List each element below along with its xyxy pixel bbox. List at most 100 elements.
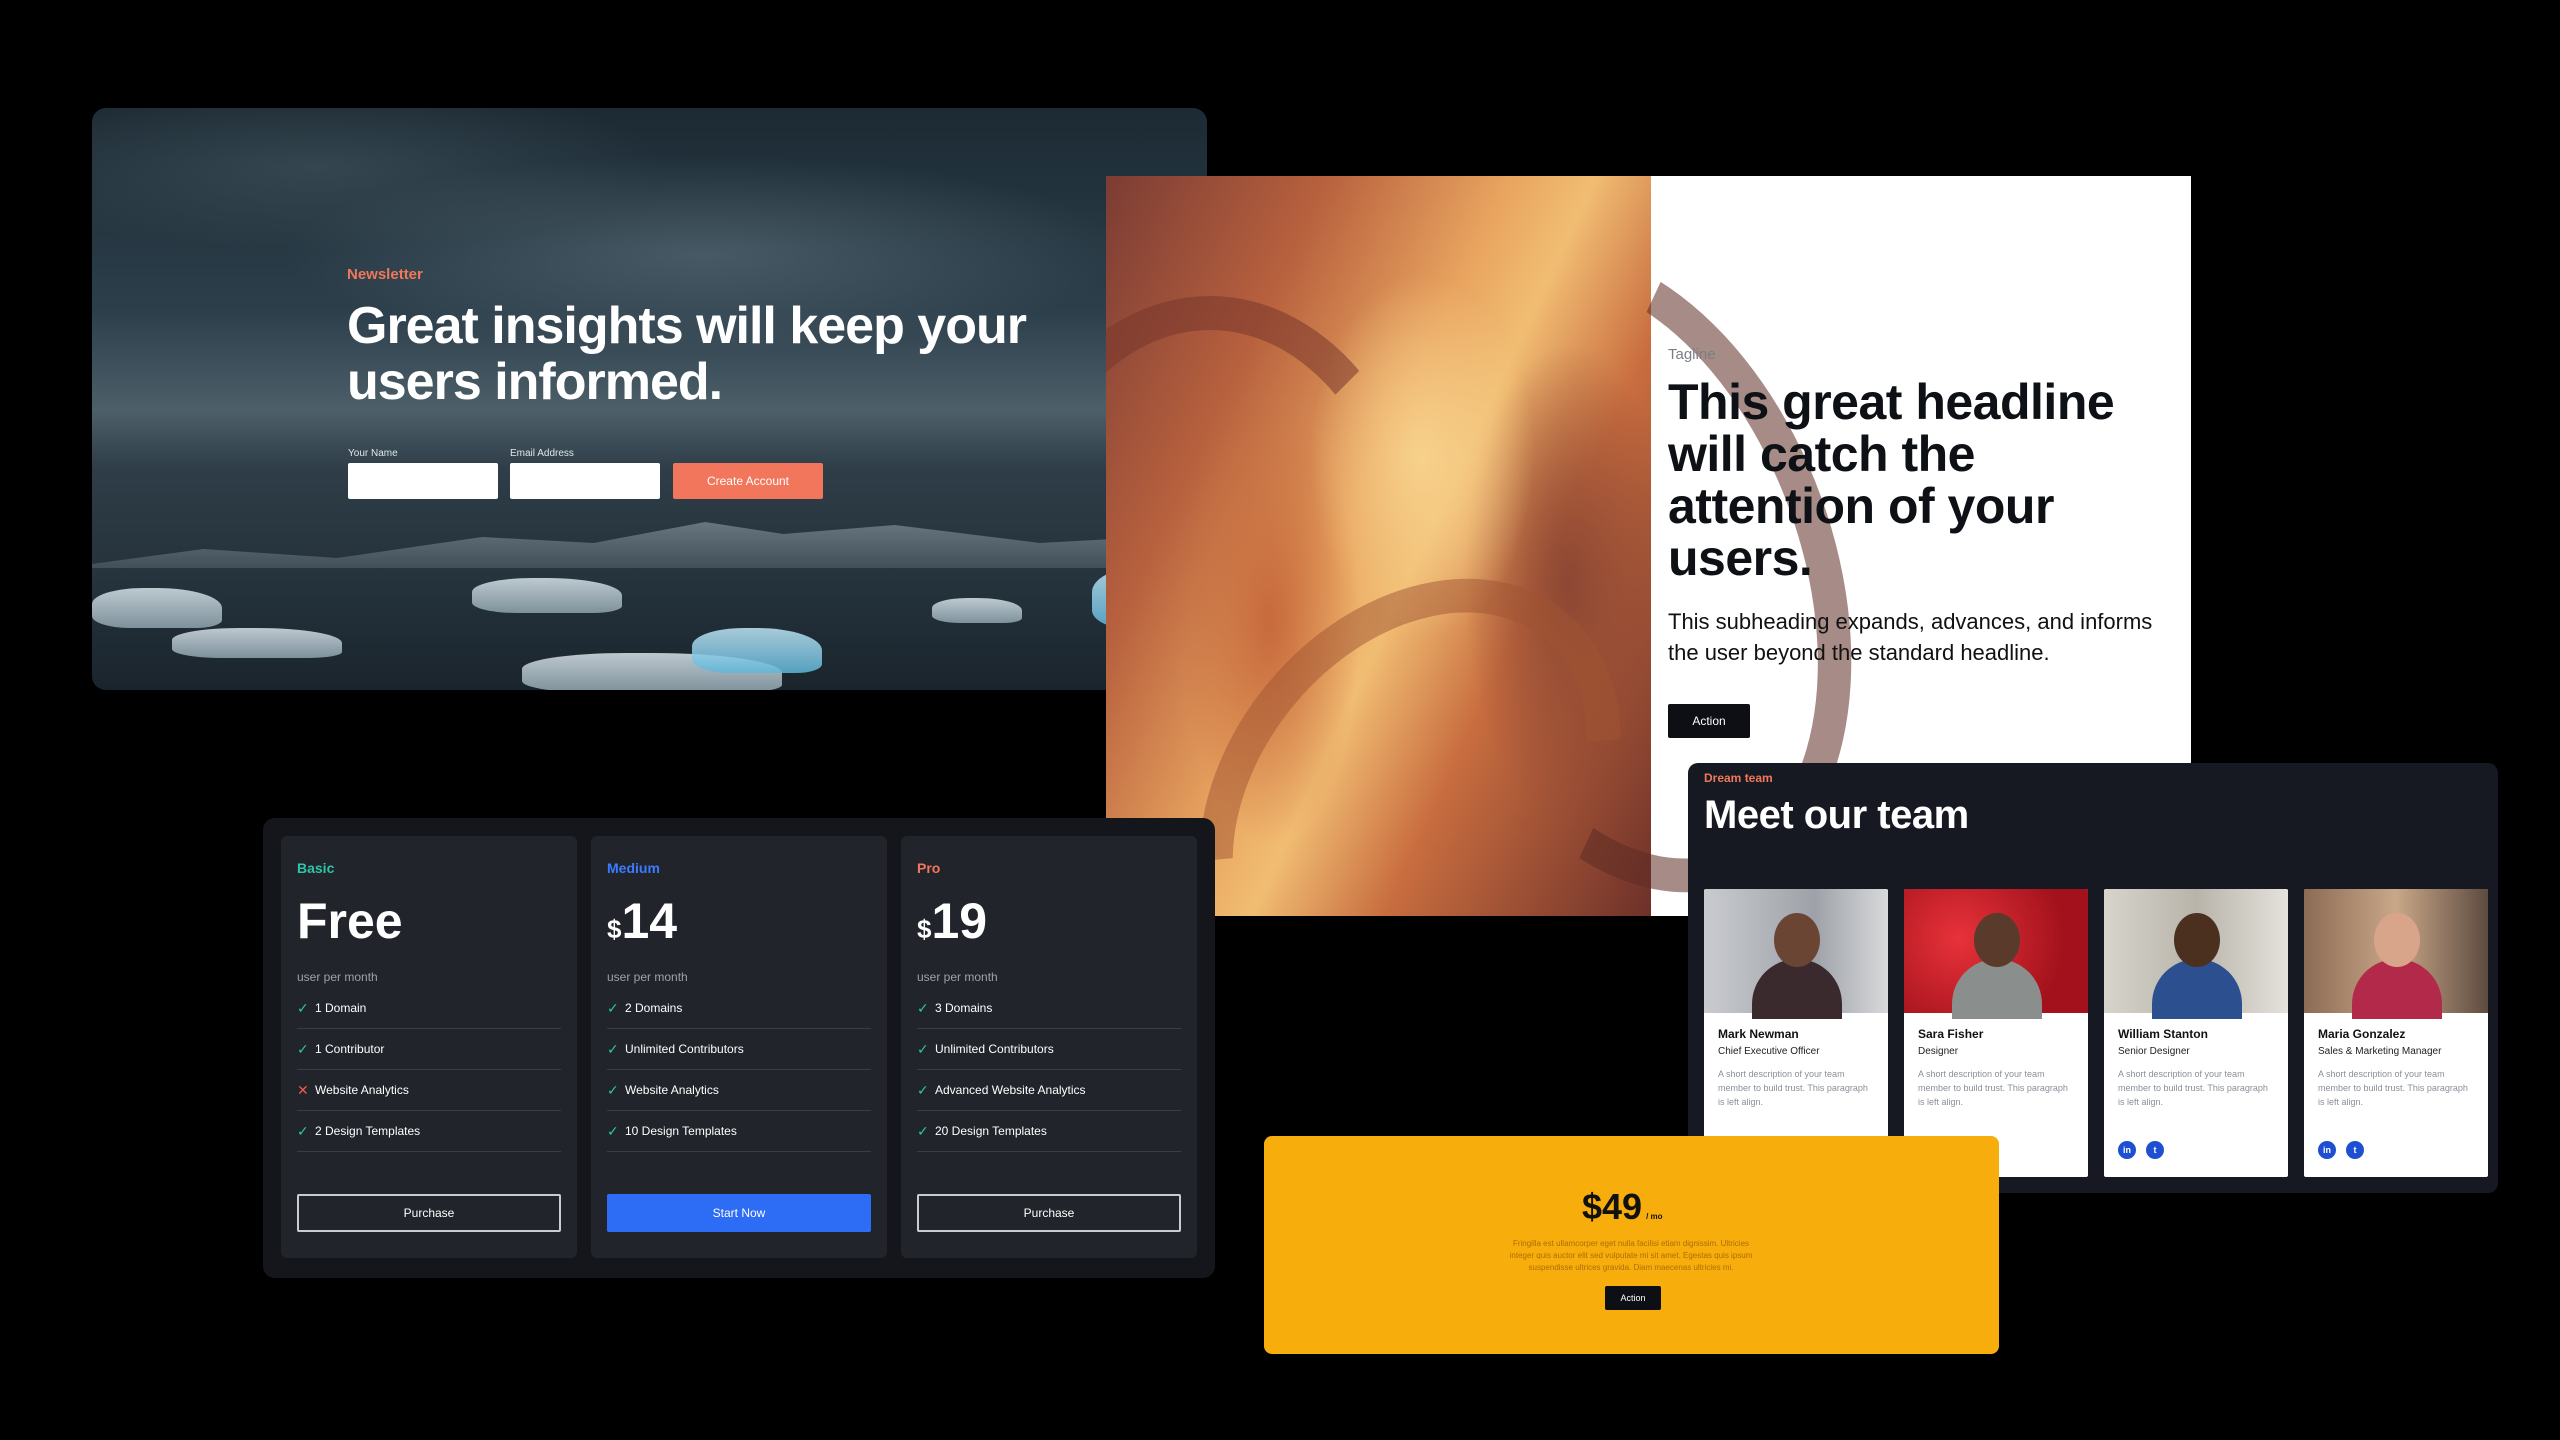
- member-name: William Stanton: [2118, 1027, 2208, 1041]
- team-eyebrow: Dream team: [1704, 771, 1773, 785]
- feature-item: ✕ Website Analytics: [297, 1070, 561, 1111]
- member-photo-head: [1974, 913, 2020, 967]
- feature-text: 20 Design Templates: [935, 1124, 1047, 1138]
- feature-text: Unlimited Contributors: [625, 1042, 744, 1056]
- feature-text: Website Analytics: [625, 1083, 719, 1097]
- feature-list: ✓ 2 Domains ✓ Unlimited Contributors ✓ Webs…: [607, 988, 871, 1152]
- member-description: A short description of your team member …: [1918, 1069, 2068, 1107]
- feature-text: 10 Design Templates: [625, 1124, 737, 1138]
- check-icon: ✓: [917, 1040, 929, 1057]
- price-action-button[interactable]: Action: [1605, 1286, 1661, 1310]
- feature-item: ✓ 2 Domains: [607, 988, 871, 1029]
- purchase-button[interactable]: Purchase: [917, 1194, 1181, 1232]
- cross-icon: ✕: [297, 1081, 309, 1098]
- check-icon: ✓: [917, 1122, 929, 1139]
- feature-text: 1 Domain: [315, 1001, 367, 1015]
- plan-price: Free: [297, 892, 403, 950]
- price-tag-card: $49/ mo Fringilla est ullamcorper eget n…: [1264, 1136, 1999, 1354]
- canyon-image: [1106, 176, 1936, 916]
- feature-item: ✓ 1 Contributor: [297, 1029, 561, 1070]
- hero-action-button[interactable]: Action: [1668, 704, 1750, 738]
- name-input[interactable]: [348, 463, 498, 499]
- plan-amount: Free: [297, 893, 403, 949]
- price-display: $49/ mo: [1582, 1186, 1663, 1228]
- newsletter-headline: Great insights will keep your users info…: [347, 297, 1027, 411]
- hero-headline: This great headline will catch the atten…: [1668, 374, 2115, 586]
- check-icon: ✓: [607, 1040, 619, 1057]
- feature-text: Website Analytics: [315, 1083, 409, 1097]
- member-photo-body: [2152, 959, 2242, 1019]
- iceberg: [92, 588, 222, 628]
- pricing-card: Basic Free user per month ✓ 1 Domain ✓ 1 C…: [263, 818, 1215, 1278]
- team-member-card: William Stanton Senior Designer A short …: [2104, 889, 2288, 1177]
- member-photo-body: [1752, 959, 1842, 1019]
- member-role: Chief Executive Officer: [1718, 1046, 1820, 1057]
- plan-currency: $: [607, 914, 622, 944]
- feature-item: ✓ 2 Design Templates: [297, 1111, 561, 1152]
- feature-text: Advanced Website Analytics: [935, 1083, 1086, 1097]
- create-account-button[interactable]: Create Account: [673, 463, 823, 499]
- team-member-card: Maria Gonzalez Sales & Marketing Manager…: [2304, 889, 2488, 1177]
- check-icon: ✓: [607, 999, 619, 1016]
- twitter-icon[interactable]: t: [2346, 1141, 2364, 1159]
- plan-name: Basic: [297, 860, 335, 876]
- start-now-button[interactable]: Start Now: [607, 1194, 871, 1232]
- plan-period: user per month: [917, 970, 998, 984]
- feature-item: ✓ Unlimited Contributors: [607, 1029, 871, 1070]
- member-photo-head: [1774, 913, 1820, 967]
- iceberg: [172, 628, 342, 658]
- feature-text: 1 Contributor: [315, 1042, 385, 1056]
- plan-name: Medium: [607, 860, 660, 876]
- feature-text: Unlimited Contributors: [935, 1042, 1054, 1056]
- member-photo-body: [2352, 959, 2442, 1019]
- team-title: Meet our team: [1704, 793, 1969, 837]
- iceberg: [932, 598, 1022, 623]
- iceberg: [472, 578, 622, 613]
- plan-period: user per month: [297, 970, 378, 984]
- member-photo-head: [2174, 913, 2220, 967]
- plan-amount: 19: [931, 893, 988, 949]
- feature-item: ✓ 1 Domain: [297, 988, 561, 1029]
- feature-list: ✓ 3 Domains ✓ Unlimited Contributors ✓ Adva…: [917, 988, 1181, 1152]
- plan-basic: Basic Free user per month ✓ 1 Domain ✓ 1 C…: [281, 836, 577, 1258]
- member-name: Mark Newman: [1718, 1027, 1799, 1041]
- linkedin-icon[interactable]: in: [2118, 1141, 2136, 1159]
- feature-item: ✓ Website Analytics: [607, 1070, 871, 1111]
- check-icon: ✓: [917, 999, 929, 1016]
- feature-item: ✓ Unlimited Contributors: [917, 1029, 1181, 1070]
- member-description: A short description of your team member …: [2318, 1069, 2468, 1107]
- email-field-label: Email Address: [510, 448, 574, 459]
- plan-price: $19: [917, 892, 987, 950]
- twitter-icon[interactable]: t: [2146, 1141, 2164, 1159]
- linkedin-icon[interactable]: in: [2318, 1141, 2336, 1159]
- feature-item: ✓ 3 Domains: [917, 988, 1181, 1029]
- plan-currency: $: [917, 914, 932, 944]
- check-icon: ✓: [297, 1122, 309, 1139]
- member-role: Senior Designer: [2118, 1046, 2190, 1057]
- member-description: A short description of your team member …: [1718, 1069, 1868, 1107]
- plan-pro: Pro $19 user per month ✓ 3 Domains ✓ Unlim…: [901, 836, 1197, 1258]
- hero-subheading: This subheading expands, advances, and i…: [1668, 609, 2153, 665]
- plan-name: Pro: [917, 860, 941, 876]
- name-field-label: Your Name: [348, 448, 398, 459]
- feature-item: ✓ 10 Design Templates: [607, 1111, 871, 1152]
- price-unit: / mo: [1646, 1212, 1663, 1221]
- feature-list: ✓ 1 Domain ✓ 1 Contributor ✕ Website Analyt…: [297, 988, 561, 1152]
- team-member-card: Mark Newman Chief Executive Officer A sh…: [1704, 889, 1888, 1177]
- member-photo-head: [2374, 913, 2420, 967]
- feature-text: 3 Domains: [935, 1001, 993, 1015]
- member-photo: [1904, 889, 2088, 1019]
- newsletter-eyebrow: Newsletter: [347, 266, 423, 283]
- member-photo: [1704, 889, 1888, 1019]
- member-name: Maria Gonzalez: [2318, 1027, 2406, 1041]
- plan-period: user per month: [607, 970, 688, 984]
- email-input[interactable]: [510, 463, 660, 499]
- member-description: A short description of your team member …: [2118, 1069, 2268, 1107]
- member-photo: [2304, 889, 2488, 1019]
- hero-tagline: Tagline: [1668, 346, 1716, 363]
- newsletter-card: Newsletter Great insights will keep your…: [92, 108, 1207, 690]
- member-name: Sara Fisher: [1918, 1027, 1984, 1041]
- purchase-button[interactable]: Purchase: [297, 1194, 561, 1232]
- plan-price: $14: [607, 892, 677, 950]
- plan-medium: Medium $14 user per month ✓ 2 Domains ✓ Un…: [591, 836, 887, 1258]
